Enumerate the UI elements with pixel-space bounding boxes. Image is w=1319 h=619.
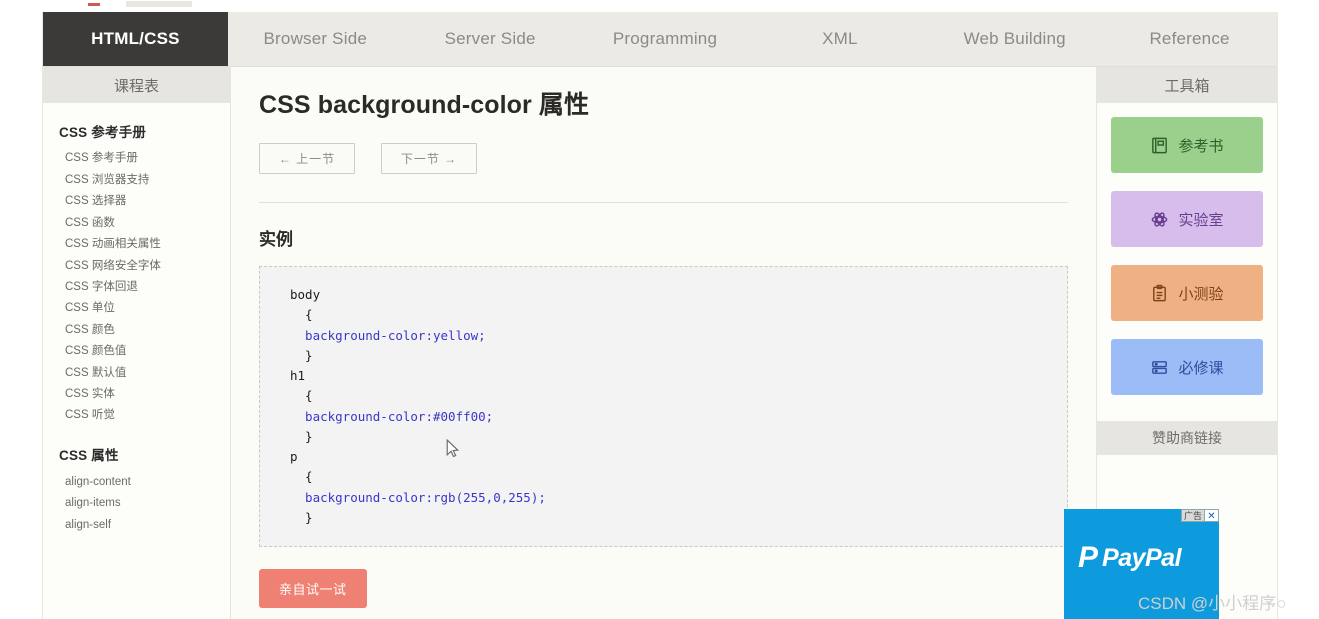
toolbox-item-label: 必修课 <box>1178 359 1224 377</box>
sidebar-item-color-values[interactable]: CSS 颜色值 <box>59 341 230 362</box>
nav-item-programming[interactable]: Programming <box>578 12 753 66</box>
sidebar-item-colors[interactable]: CSS 颜色 <box>59 319 230 340</box>
code-line: { <box>290 307 313 323</box>
toolbox-item-label: 实验室 <box>1178 211 1224 229</box>
toolbox-list: 参考书 实验室 小测验 必修课 <box>1097 103 1277 419</box>
sidebar-item-default-values[interactable]: CSS 默认值 <box>59 362 230 383</box>
ad-label-badge: 广告 <box>1180 509 1205 522</box>
nav-item-html-css[interactable]: HTML/CSS <box>43 12 228 66</box>
toolbox-item-reference-book[interactable]: 参考书 <box>1111 117 1263 173</box>
sidebar-item-entities[interactable]: CSS 实体 <box>59 384 230 405</box>
sidebar-item-animation-properties[interactable]: CSS 动画相关属性 <box>59 234 230 255</box>
sidebar-group-title-reference: CSS 参考手册 <box>59 125 147 140</box>
nav-item-server-side[interactable]: Server Side <box>403 12 578 66</box>
toolbox-item-quiz[interactable]: 小测验 <box>1111 265 1263 321</box>
sidebar-item-web-safe-fonts[interactable]: CSS 网络安全字体 <box>59 255 230 276</box>
sponsor-links-header: 赞助商链接 <box>1097 421 1277 455</box>
toolbox-item-label: 小测验 <box>1178 285 1224 303</box>
code-line: } <box>290 509 313 525</box>
sidebar-item-functions[interactable]: CSS 函数 <box>59 212 230 233</box>
code-line: { <box>290 469 313 485</box>
sidebar-item-align-content[interactable]: align-content <box>59 471 230 492</box>
code-line: h1 <box>290 368 306 383</box>
ghost-text-fragment <box>126 1 192 7</box>
nav-item-web-building[interactable]: Web Building <box>927 12 1102 66</box>
clipboard-icon <box>1150 284 1169 303</box>
nav-item-label: Server Side <box>444 29 536 48</box>
sidebar-item-font-fallbacks[interactable]: CSS 字体回退 <box>59 277 230 298</box>
ad-close-icon[interactable]: ✕ <box>1205 509 1219 522</box>
nav-item-label: Programming <box>612 29 718 48</box>
nav-item-label: Browser Side <box>263 29 368 48</box>
left-sidebar-header-label: 课程表 <box>113 77 159 95</box>
nav-item-label: HTML/CSS <box>91 29 180 48</box>
sidebar-item-units[interactable]: CSS 单位 <box>59 298 230 319</box>
code-line: background-color:rgb(255,0,255); <box>290 489 546 505</box>
sponsor-links-label: 赞助商链接 <box>1152 430 1222 446</box>
sidebar-item-css-reference[interactable]: CSS 参考手册 <box>59 148 230 169</box>
toolbox-header-label: 工具箱 <box>1164 77 1210 95</box>
example-heading: 实例 <box>259 230 293 249</box>
toolbox-item-required-course[interactable]: 必修课 <box>1111 339 1263 395</box>
horizontal-divider <box>259 202 1068 203</box>
sidebar-item-browser-support[interactable]: CSS 浏览器支持 <box>59 169 230 190</box>
left-sidebar-body: CSS 参考手册 CSS 参考手册 CSS 浏览器支持 CSS 选择器 CSS … <box>43 103 230 536</box>
ad-badge-group: 广告 ✕ <box>1180 509 1219 522</box>
atom-icon <box>1150 210 1169 229</box>
main-content: CSS background-color 属性 ← 上一节 下一节 → 实例 b… <box>231 67 1097 619</box>
top-navigation-bar: HTML/CSS Browser Side Server Side Progra… <box>43 12 1277 67</box>
code-line: p <box>290 449 298 464</box>
stack-icon <box>1150 358 1169 377</box>
toolbox-item-laboratory[interactable]: 实验室 <box>1111 191 1263 247</box>
nav-item-label: XML <box>822 29 858 48</box>
code-line: { <box>290 388 313 404</box>
paypal-logo: P PayPal <box>1078 541 1182 574</box>
sidebar-item-align-self[interactable]: align-self <box>59 514 230 535</box>
paypal-mark-icon: P <box>1078 541 1099 574</box>
nav-item-xml[interactable]: XML <box>752 12 927 66</box>
sidebar-item-selectors[interactable]: CSS 选择器 <box>59 191 230 212</box>
sidebar-item-align-items[interactable]: align-items <box>59 493 230 514</box>
code-line: background-color:#00ff00; <box>290 408 494 424</box>
nav-item-browser-side[interactable]: Browser Side <box>228 12 403 66</box>
pager-controls: ← 上一节 下一节 → <box>259 143 1068 174</box>
cropped-top-fragment <box>88 0 198 10</box>
code-line: body <box>290 287 321 302</box>
next-section-button[interactable]: 下一节 → <box>381 143 477 174</box>
nav-item-label: Reference <box>1149 29 1230 48</box>
sidebar-group-title-properties: CSS 属性 <box>59 448 119 464</box>
page-title: CSS background-color 属性 <box>259 91 590 119</box>
code-line: } <box>290 347 313 363</box>
toolbox-header: 工具箱 <box>1097 67 1277 103</box>
previous-section-button[interactable]: ← 上一节 <box>259 143 355 174</box>
nav-item-label: Web Building <box>963 29 1066 48</box>
code-line: } <box>290 428 313 444</box>
code-example-block: body { background-color:yellow; } h1 { b… <box>259 266 1068 547</box>
paypal-advertisement[interactable]: 广告 ✕ P PayPal <box>1064 509 1219 619</box>
screen-root: HTML/CSS Browser Side Server Side Progra… <box>0 0 1319 619</box>
try-it-yourself-button[interactable]: 亲自试一试 <box>259 569 367 608</box>
left-sidebar-header: 课程表 <box>43 67 230 103</box>
book-icon <box>1150 136 1169 155</box>
left-sidebar: 课程表 CSS 参考手册 CSS 参考手册 CSS 浏览器支持 CSS 选择器 … <box>43 67 231 619</box>
toolbox-item-label: 参考书 <box>1178 137 1224 155</box>
paypal-wordmark: PayPal <box>1102 543 1182 572</box>
nav-item-reference[interactable]: Reference <box>1102 12 1277 66</box>
red-dash-fragment <box>88 3 100 6</box>
sidebar-item-aural[interactable]: CSS 听觉 <box>59 405 230 426</box>
code-line: background-color:yellow; <box>290 327 486 343</box>
